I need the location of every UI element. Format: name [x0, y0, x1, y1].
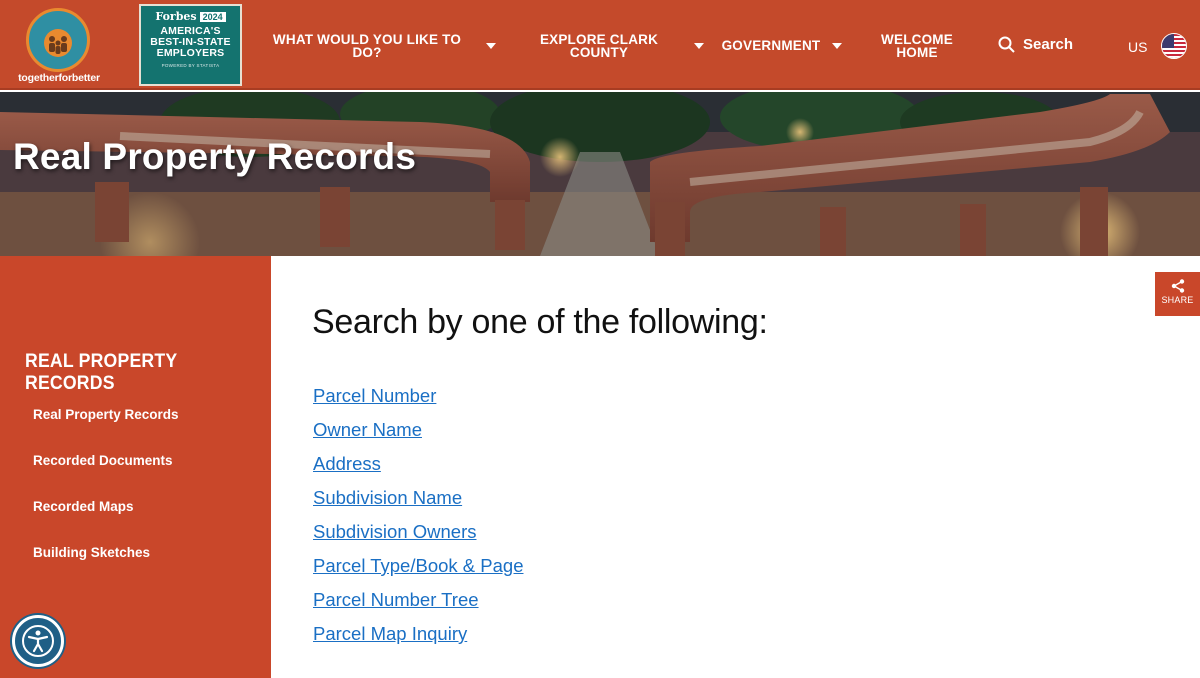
share-label: SHARE	[1161, 295, 1194, 305]
sidebar-title: REAL PROPERTY RECORDS	[25, 351, 177, 394]
accessibility-icon	[22, 625, 54, 657]
search-button[interactable]: Search	[998, 36, 1073, 53]
county-seal-icon	[26, 8, 90, 72]
page-title: Real Property Records	[13, 136, 417, 177]
sidebar-item-building-sketches[interactable]: Building Sketches	[33, 545, 150, 560]
share-button[interactable]: SHARE	[1155, 272, 1200, 316]
link-parcel-number-tree[interactable]: Parcel Number Tree	[313, 588, 523, 622]
link-subdivision-owners[interactable]: Subdivision Owners	[313, 520, 523, 554]
nav-welcome-home[interactable]: WELCOME HOME	[868, 33, 966, 60]
forbes-award-badge[interactable]: Forbes 2024 AMERICA'S BEST-IN-STATE EMPLO…	[139, 4, 242, 86]
search-icon	[998, 36, 1015, 53]
sidebar-item-recorded-documents[interactable]: Recorded Documents	[33, 453, 173, 468]
search-links-list: Parcel Number Owner Name Address Subdivi…	[313, 384, 523, 656]
sidebar-item-recorded-maps[interactable]: Recorded Maps	[33, 499, 134, 514]
link-parcel-map-inquiry[interactable]: Parcel Map Inquiry	[313, 622, 523, 656]
forbes-year: 2024	[199, 12, 226, 22]
link-subdivision-name[interactable]: Subdivision Name	[313, 486, 523, 520]
link-address[interactable]: Address	[313, 452, 523, 486]
nav-what-would-you-like-to-do[interactable]: WHAT WOULD YOU LIKE TO DO?	[272, 33, 462, 60]
chevron-down-icon[interactable]	[832, 43, 842, 49]
search-label: Search	[1023, 36, 1074, 53]
clark-county-logo[interactable]: togetherforbetter	[10, 8, 108, 86]
site-header: togetherforbetter Forbes 2024 AMERICA'S B…	[0, 0, 1200, 90]
search-options-heading: Search by one of the following:	[312, 303, 768, 341]
us-flag-icon[interactable]	[1161, 33, 1187, 59]
link-owner-name[interactable]: Owner Name	[313, 418, 523, 452]
forbes-brand: Forbes	[155, 10, 197, 23]
sidebar-item-real-property-records[interactable]: Real Property Records	[33, 407, 179, 422]
language-selector[interactable]: US	[1128, 39, 1147, 55]
link-parcel-type-book-page[interactable]: Parcel Type/Book & Page	[313, 554, 523, 588]
chevron-down-icon[interactable]	[486, 43, 496, 49]
forbes-line-3: EMPLOYERS	[156, 47, 225, 59]
link-parcel-number[interactable]: Parcel Number	[313, 384, 523, 418]
chevron-down-icon[interactable]	[694, 43, 704, 49]
accessibility-button[interactable]	[12, 615, 64, 667]
logo-tagline: togetherforbetter	[18, 72, 100, 84]
nav-government[interactable]: GOVERNMENT	[718, 39, 824, 53]
nav-explore-clark-county[interactable]: EXPLORE CLARK COUNTY	[530, 33, 668, 60]
hero-banner: Real Property Records	[0, 92, 1200, 256]
forbes-powered-by: POWERED BY STATISTA	[161, 63, 220, 68]
share-icon	[1171, 279, 1184, 293]
